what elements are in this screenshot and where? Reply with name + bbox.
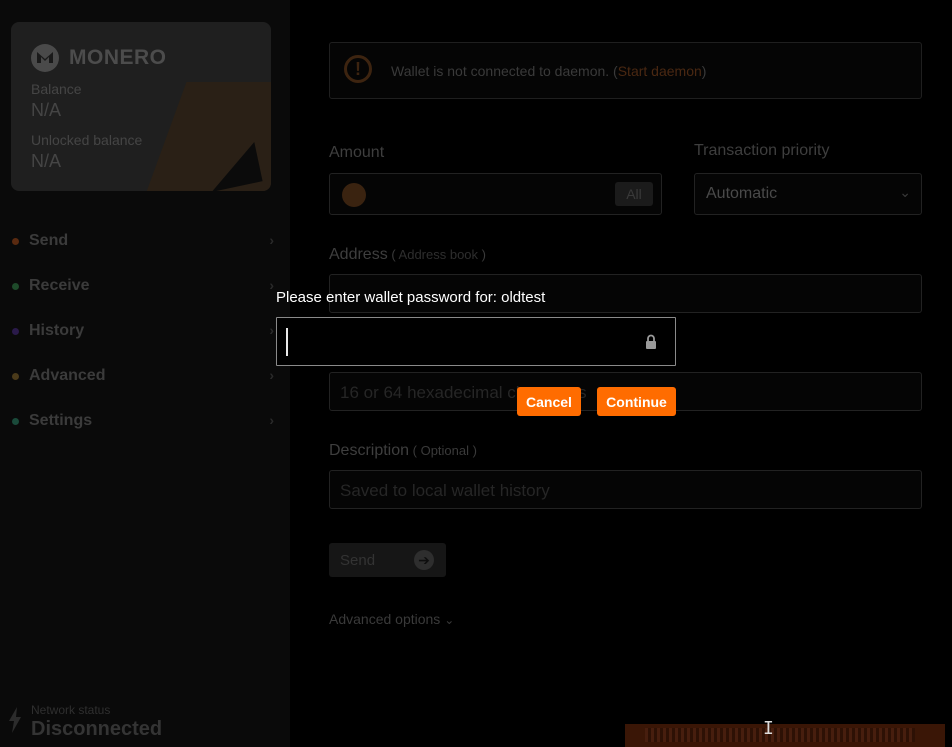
sidebar-item-send[interactable]: Send ›: [0, 218, 290, 263]
password-dialog: Please enter wallet password for: oldtes…: [276, 285, 676, 420]
mouse-cursor-ibeam-icon: I: [763, 718, 774, 739]
text-caret: [286, 328, 288, 356]
monero-logo-icon: [342, 183, 366, 207]
nav-dot-icon: [12, 418, 19, 425]
warning-icon: !: [344, 55, 372, 83]
cancel-button[interactable]: Cancel: [517, 387, 581, 416]
brand-logo: MONERO: [31, 44, 167, 72]
priority-selected-value: Automatic: [706, 185, 778, 202]
password-input[interactable]: [285, 326, 629, 358]
sidebar: MONERO Balance N/A Unlocked balance N/A …: [0, 0, 290, 747]
description-label-text: Description: [329, 442, 410, 459]
paren-open: (: [387, 247, 399, 262]
address-book-link[interactable]: Address book: [399, 247, 479, 262]
optional-tag: ( Optional ): [409, 443, 477, 458]
send-button-label: Send: [340, 552, 376, 569]
sidebar-item-label: Advanced: [29, 366, 106, 384]
network-status-value: Disconnected: [31, 718, 163, 740]
strip-texture: [645, 728, 915, 742]
unlocked-balance-label: Unlocked balance: [31, 132, 143, 148]
sidebar-item-label: History: [29, 321, 85, 339]
chevron-right-icon: ›: [269, 412, 274, 428]
sidebar-item-label: Send: [29, 231, 69, 249]
warning-close-paren: ): [701, 63, 707, 79]
continue-button[interactable]: Continue: [597, 387, 676, 416]
brand-name: MONERO: [69, 46, 167, 69]
chevron-right-icon: ›: [269, 367, 274, 383]
sidebar-item-receive[interactable]: Receive ›: [0, 263, 290, 308]
advanced-options-toggle[interactable]: Advanced options ⌄: [329, 611, 454, 627]
chevron-down-icon: ⌄: [899, 184, 911, 200]
address-label: Address ( Address book ): [329, 246, 486, 264]
nav-dot-icon: [12, 238, 19, 245]
amount-label: Amount: [329, 144, 385, 161]
chevron-right-icon: ›: [269, 322, 274, 338]
sidebar-item-label: Receive: [29, 276, 90, 294]
nav-dot-icon: [12, 328, 19, 335]
sidebar-item-settings[interactable]: Settings ›: [0, 398, 290, 443]
description-field[interactable]: Saved to local wallet history: [329, 470, 922, 509]
balance-value: N/A: [31, 100, 62, 120]
warning-message: Wallet is not connected to daemon. (Star…: [391, 63, 706, 79]
chevron-right-icon: ›: [269, 232, 274, 248]
chevron-down-icon: ⌄: [444, 613, 455, 627]
arrow-right-icon: ➔: [414, 550, 434, 570]
paren-close: ): [478, 247, 486, 262]
unlocked-balance-value: N/A: [31, 151, 62, 171]
advanced-options-label: Advanced options: [329, 611, 441, 627]
lock-icon: [646, 334, 656, 349]
address-book-group: ( Address book ): [388, 247, 486, 262]
start-daemon-link[interactable]: Start daemon: [618, 63, 702, 79]
warning-text: Wallet is not connected to daemon. (: [391, 63, 618, 79]
transaction-priority-label: Transaction priority: [694, 142, 830, 159]
chevron-right-icon: ›: [269, 277, 274, 293]
daemon-warning: ! Wallet is not connected to daemon. (St…: [329, 42, 922, 99]
network-status-label: Network status: [31, 703, 111, 717]
nav-dot-icon: [12, 373, 19, 380]
sidebar-item-label: Settings: [29, 411, 93, 429]
sidebar-nav: Send › Receive › History › Advanced › Se…: [0, 218, 290, 443]
amount-field[interactable]: All: [329, 173, 662, 215]
balance-label: Balance: [31, 81, 82, 97]
all-button[interactable]: All: [615, 182, 653, 206]
sidebar-item-advanced[interactable]: Advanced ›: [0, 353, 290, 398]
send-button[interactable]: Send ➔: [329, 543, 446, 577]
sidebar-item-history[interactable]: History ›: [0, 308, 290, 353]
address-label-text: Address: [329, 246, 388, 263]
monero-logo-icon: [31, 44, 59, 72]
background-window-strip: [625, 724, 945, 747]
description-placeholder: Saved to local wallet history: [340, 481, 550, 500]
dialog-title: Please enter wallet password for: oldtes…: [276, 289, 546, 306]
lightning-icon: [9, 707, 21, 733]
balance-card: MONERO Balance N/A Unlocked balance N/A: [11, 22, 271, 191]
nav-dot-icon: [12, 283, 19, 290]
description-label: Description ( Optional ): [329, 442, 477, 460]
password-field[interactable]: [276, 317, 676, 366]
transaction-priority-select[interactable]: Automatic ⌄: [694, 173, 922, 215]
